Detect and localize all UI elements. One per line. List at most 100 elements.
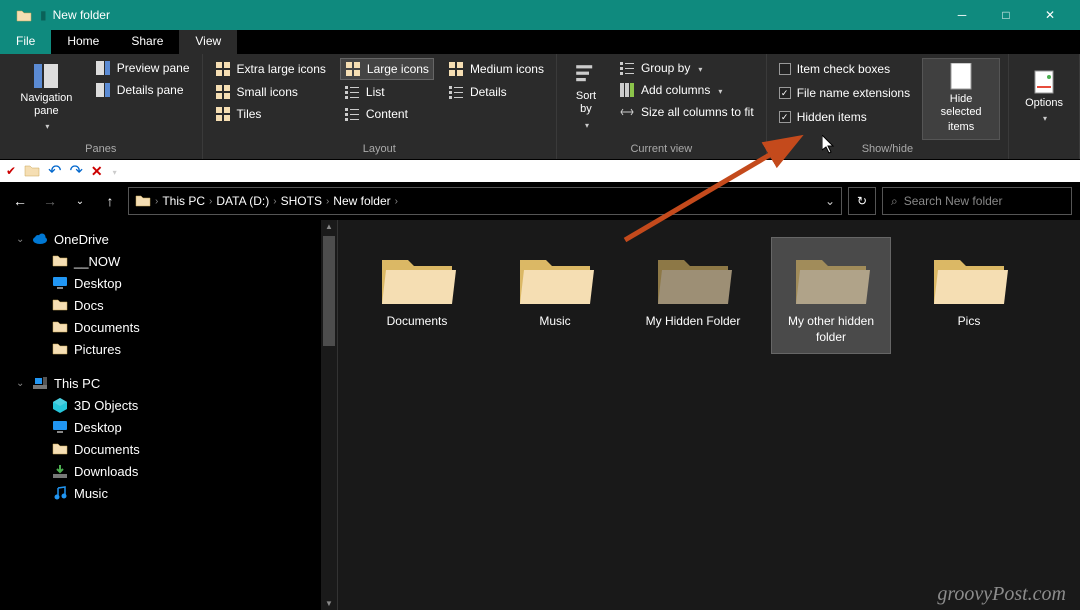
search-placeholder: Search New folder [904, 194, 1003, 208]
breadcrumb-folder[interactable]: New folder [333, 194, 390, 208]
sidebar-desktop2[interactable]: Desktop [0, 416, 337, 438]
folder-item[interactable]: Documents [358, 238, 476, 338]
checkbox-checked-icon [779, 111, 791, 123]
recent-dropdown[interactable]: ⌄ [68, 189, 92, 213]
tab-home[interactable]: Home [51, 30, 115, 54]
nav-sidebar: ⌄OneDrive __NOW Desktop Docs Documents P… [0, 220, 338, 610]
chevron-down-icon [583, 119, 589, 132]
sort-icon [573, 62, 599, 88]
navigation-pane-button[interactable]: Navigation pane [8, 58, 85, 138]
folder-icon [52, 297, 68, 313]
sidebar-documents2[interactable]: Documents [0, 438, 337, 460]
qat-delete-icon[interactable]: ✕ [91, 163, 103, 180]
qat-folder-icon[interactable] [24, 163, 40, 179]
chevron-right-icon: › [326, 196, 329, 207]
back-button[interactable]: ← [8, 189, 32, 213]
folder-item[interactable]: Pics [910, 238, 1028, 338]
folder-item[interactable]: My Hidden Folder [634, 238, 752, 338]
folder-label: Documents [387, 314, 448, 330]
sizeall-button[interactable]: Size all columns to fit [615, 102, 758, 122]
scrollbar-thumb[interactable] [323, 236, 335, 346]
music-icon [52, 485, 68, 501]
layout-list[interactable]: List [340, 82, 434, 102]
sizeall-icon [619, 104, 635, 120]
scroll-up-icon[interactable]: ▲ [325, 222, 333, 231]
addcolumns-button[interactable]: Add columns [615, 80, 758, 100]
ribbon-group-layout: Extra large icons Large icons Medium ico… [203, 54, 557, 159]
maximize-button[interactable]: □ [984, 0, 1028, 30]
tiles-icon [215, 106, 231, 122]
layout-xlarge[interactable]: Extra large icons [211, 58, 330, 80]
layout-content[interactable]: Content [340, 104, 434, 124]
tab-view[interactable]: View [179, 30, 237, 54]
details-pane-button[interactable]: Details pane [91, 80, 194, 100]
sidebar-pictures[interactable]: Pictures [0, 338, 337, 360]
layout-small[interactable]: Small icons [211, 82, 330, 102]
chevron-right-icon: › [395, 196, 398, 207]
qat-redo-icon[interactable]: ↷ [69, 161, 82, 181]
refresh-button[interactable]: ↻ [848, 187, 876, 215]
tab-file[interactable]: File [0, 30, 51, 54]
sidebar-downloads[interactable]: Downloads [0, 460, 337, 482]
sidebar-music[interactable]: Music [0, 482, 337, 504]
file-extensions-toggle[interactable]: File name extensions [775, 84, 914, 102]
chevron-right-icon: › [155, 196, 158, 207]
hide-selected-button[interactable]: Hide selected items [922, 58, 1000, 140]
qat-undo-icon[interactable]: ↶ [48, 161, 61, 181]
groupby-button[interactable]: Group by [615, 58, 758, 78]
sidebar-now[interactable]: __NOW [0, 250, 337, 272]
layout-medium[interactable]: Medium icons [444, 58, 548, 80]
cube-icon [52, 397, 68, 413]
folder-icon [52, 441, 68, 457]
preview-pane-button[interactable]: Preview pane [91, 58, 194, 78]
folder-icon [52, 341, 68, 357]
folder-item[interactable]: Music [496, 238, 614, 338]
monitor-icon [52, 419, 68, 435]
list-icon [344, 84, 360, 100]
hidden-items-toggle[interactable]: Hidden items [775, 108, 914, 126]
details-icon [448, 84, 464, 100]
scroll-down-icon[interactable]: ▼ [325, 599, 333, 608]
layout-details[interactable]: Details [444, 82, 548, 102]
sidebar-onedrive[interactable]: ⌄OneDrive [0, 228, 337, 250]
breadcrumb-thispc[interactable]: This PC [162, 194, 205, 208]
address-dropdown-icon[interactable]: ⌄ [825, 194, 835, 208]
scrollbar[interactable]: ▲ ▼ [321, 220, 337, 610]
pc-icon [32, 375, 48, 391]
nav-pane-icon [32, 62, 60, 90]
content-pane: Documents MusicMy Hidden Folder My other h… [338, 220, 1080, 610]
download-icon [52, 463, 68, 479]
titlebar: ▮ New folder ─ □ ✕ [0, 0, 1080, 30]
chevron-right-icon: › [273, 196, 276, 207]
options-button[interactable]: Options [1017, 58, 1071, 136]
close-button[interactable]: ✕ [1028, 0, 1072, 30]
address-bar[interactable]: › This PC › DATA (D:) › SHOTS › New fold… [128, 187, 842, 215]
qat-more-icon[interactable] [111, 164, 117, 178]
content-icon [344, 106, 360, 122]
sortby-button[interactable]: Sort by [565, 58, 607, 136]
sidebar-documents[interactable]: Documents [0, 316, 337, 338]
medium-icon [448, 61, 464, 77]
up-button[interactable]: ↑ [98, 189, 122, 213]
sidebar-3dobjects[interactable]: 3D Objects [0, 394, 337, 416]
layout-large[interactable]: Large icons [340, 58, 434, 80]
sidebar-thispc[interactable]: ⌄This PC [0, 372, 337, 394]
sidebar-docs[interactable]: Docs [0, 294, 337, 316]
xlarge-icon [215, 61, 231, 77]
qat-check-icon[interactable]: ✔ [6, 164, 16, 178]
folder-icon [516, 246, 594, 308]
sidebar-desktop[interactable]: Desktop [0, 272, 337, 294]
ribbon-group-panes: Navigation pane Preview pane Details pan… [0, 54, 203, 159]
folder-label: My other hidden folder [776, 314, 886, 345]
search-box[interactable]: ⌕ Search New folder [882, 187, 1072, 215]
cloud-icon [32, 231, 48, 247]
item-checkboxes-toggle[interactable]: Item check boxes [775, 60, 914, 78]
breadcrumb-drive[interactable]: DATA (D:) [216, 194, 269, 208]
forward-button[interactable]: → [38, 189, 62, 213]
breadcrumb-shots[interactable]: SHOTS [281, 194, 322, 208]
folder-item[interactable]: My other hidden folder [772, 238, 890, 353]
layout-tiles[interactable]: Tiles [211, 104, 330, 124]
tab-share[interactable]: Share [115, 30, 179, 54]
minimize-button[interactable]: ─ [940, 0, 984, 30]
hide-doc-icon [945, 63, 977, 91]
